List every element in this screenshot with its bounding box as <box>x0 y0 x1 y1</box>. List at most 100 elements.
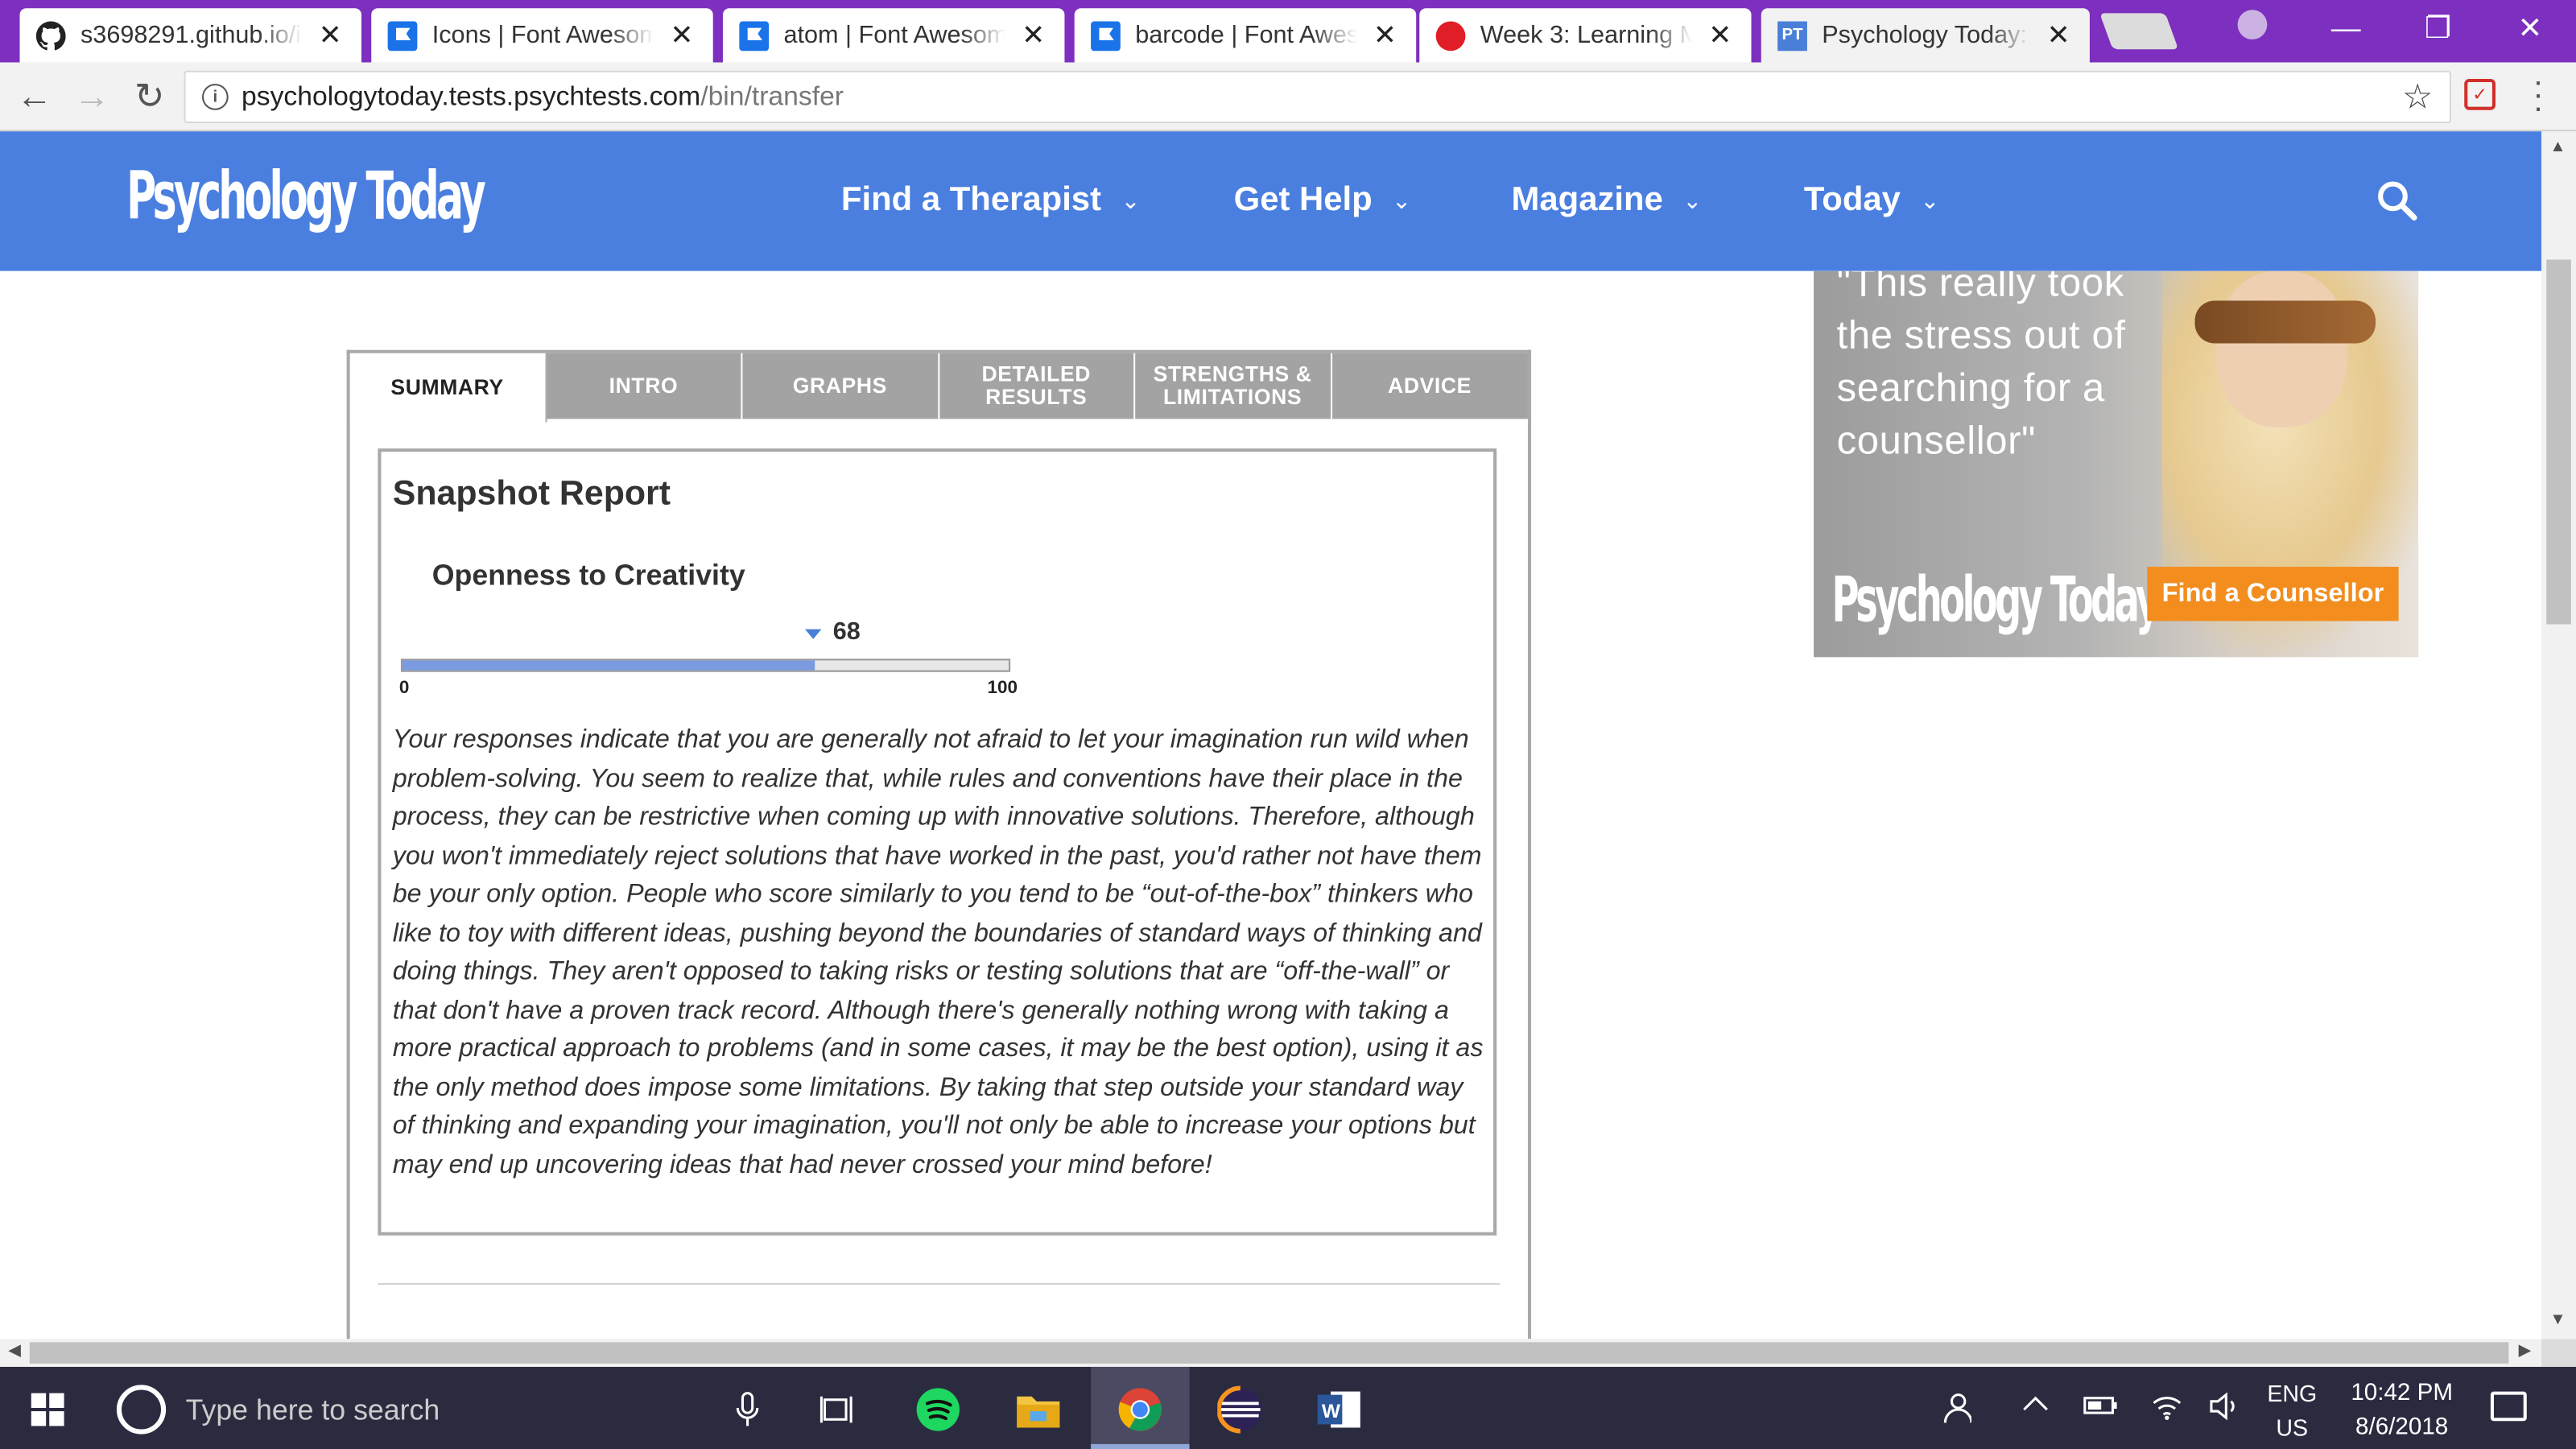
browser-tab-strip: s3698291.github.io/in ✕ Icons | Font Awe… <box>0 0 2576 63</box>
info-icon[interactable]: i <box>202 84 229 110</box>
browser-tab-psychology-today[interactable]: PT Psychology Today: He ✕ <box>1761 8 2090 63</box>
score-marker: 68 <box>805 617 861 646</box>
chrome-icon[interactable] <box>1117 1386 1163 1432</box>
browser-tab-barcode[interactable]: barcode | Font Awesome ✕ <box>1074 8 1417 63</box>
scroll-up-icon[interactable]: ▲ <box>2549 138 2566 155</box>
tab-strengths-limitations[interactable]: STRENGTHS & LIMITATIONS <box>1135 353 1332 419</box>
scale-max-label: 100 <box>987 678 1018 699</box>
snapshot-report: Snapshot Report Openness to Creativity 6… <box>378 448 1497 1236</box>
forward-arrow-icon[interactable]: → <box>71 76 114 118</box>
word-icon[interactable]: W <box>1316 1386 1362 1432</box>
close-icon[interactable]: ✕ <box>667 19 697 52</box>
minimize-icon[interactable]: — <box>2300 0 2392 56</box>
tab-advice[interactable]: ADVICE <box>1331 353 1528 419</box>
close-icon[interactable]: ✕ <box>2044 19 2074 52</box>
tab-title: Icons | Font Awesome <box>431 21 654 50</box>
bookmark-star-icon[interactable]: ☆ <box>2402 77 2433 118</box>
nav-today[interactable]: Today ⌄ <box>1804 180 1940 220</box>
reload-icon[interactable]: ↻ <box>128 76 171 118</box>
tab-title: barcode | Font Awesome <box>1135 21 1357 50</box>
language-indicator[interactable]: ENG US <box>2267 1377 2317 1446</box>
nav-label: Find a Therapist <box>840 180 1102 219</box>
notification-center-icon[interactable] <box>2490 1391 2527 1422</box>
microphone-icon[interactable] <box>724 1386 770 1432</box>
close-icon[interactable]: ✕ <box>1018 19 1048 52</box>
github-icon <box>35 20 66 51</box>
taskbar-search-input[interactable]: Type here to search <box>186 1393 440 1428</box>
people-icon[interactable] <box>1938 1392 1973 1431</box>
ad-photo-sunglasses <box>2194 300 2376 344</box>
report-summary-text: Your responses indicate that you are gen… <box>392 726 1484 1179</box>
windows-start-icon[interactable] <box>31 1393 64 1426</box>
volume-icon[interactable] <box>2208 1392 2241 1428</box>
font-awesome-flag-icon <box>739 20 770 51</box>
search-icon[interactable] <box>2376 179 2418 221</box>
nav-find-a-therapist[interactable]: Find a Therapist ⌄ <box>841 180 1141 220</box>
nav-label: Magazine <box>1511 180 1663 219</box>
browser-tab-icons[interactable]: Icons | Font Awesome ✕ <box>371 8 713 63</box>
find-a-counsellor-button[interactable]: Find a Counsellor <box>2147 567 2399 621</box>
task-view-icon[interactable] <box>815 1386 861 1432</box>
clock-date: 8/6/2018 <box>2355 1414 2449 1441</box>
close-icon[interactable]: ✕ <box>1370 19 1400 52</box>
browser-menu-icon[interactable]: · · · <box>2527 66 2550 125</box>
site-logo[interactable]: Psychology Today <box>126 159 486 235</box>
tab-graphs[interactable]: GRAPHS <box>742 353 939 419</box>
tab-detailed-results[interactable]: DETAILED RESULTS <box>939 353 1136 419</box>
svg-text:W: W <box>1322 1401 1341 1422</box>
restore-icon[interactable]: ❐ <box>2392 0 2483 56</box>
language-code: ENG <box>2267 1380 2318 1406</box>
extension-icon[interactable]: ✓ <box>2464 78 2496 110</box>
nav-magazine[interactable]: Magazine ⌄ <box>1512 180 1703 220</box>
ad-logo: Psychology Today <box>1831 564 2161 636</box>
nav-get-help[interactable]: Get Help ⌄ <box>1234 180 1411 220</box>
chevron-down-icon: ⌄ <box>1920 186 1940 213</box>
spotify-icon[interactable] <box>915 1386 961 1432</box>
ad-quote: "This really took the stress out of sear… <box>1836 270 2126 464</box>
system-clock[interactable]: 10:42 PM 8/6/2018 <box>2343 1377 2461 1446</box>
tab-title: Psychology Today: He <box>1822 21 2030 50</box>
site-navbar: Psychology Today Find a Therapist ⌄ Get H… <box>0 131 2542 271</box>
nav-label: Today <box>1803 180 1901 219</box>
results-tabs: SUMMARY INTRO GRAPHS DETAILED RESULTS ST… <box>349 353 1528 423</box>
scroll-left-icon[interactable]: ◀ <box>8 1342 21 1360</box>
scroll-down-icon[interactable]: ▼ <box>2549 1311 2566 1329</box>
tab-title: Week 3: Learning Ma <box>1480 21 1693 50</box>
scroll-thumb[interactable] <box>2546 259 2571 625</box>
pt-icon: PT <box>1777 20 1807 51</box>
vertical-scrollbar[interactable]: ▲ ▼ <box>2541 131 2576 1340</box>
scrollbar-corner <box>2541 1339 2576 1367</box>
file-explorer-icon[interactable] <box>1015 1386 1061 1432</box>
score-bar <box>400 658 1011 672</box>
browser-tab-github[interactable]: s3698291.github.io/in ✕ <box>19 8 361 63</box>
report-title: Snapshot Report <box>392 474 671 513</box>
ad-banner[interactable]: "This really took the stress out of sear… <box>1814 270 2419 658</box>
close-icon[interactable]: ✕ <box>316 19 345 52</box>
battery-icon[interactable] <box>2083 1392 2120 1425</box>
chevron-down-icon: ⌄ <box>1392 186 1412 213</box>
tab-intro[interactable]: INTRO <box>547 353 743 419</box>
red-circle-icon <box>1435 20 1466 51</box>
tab-summary[interactable]: SUMMARY <box>349 353 547 423</box>
back-arrow-icon[interactable]: ← <box>13 76 56 118</box>
eclipse-icon[interactable] <box>1217 1385 1263 1434</box>
scroll-right-icon[interactable]: ▶ <box>2519 1342 2532 1360</box>
scale-min-label: 0 <box>398 678 410 699</box>
address-bar[interactable]: i psychologytoday.tests.psychtests.com/b… <box>184 70 2451 124</box>
browser-tab-atom[interactable]: atom | Font Awesome ✕ <box>722 8 1065 63</box>
horizontal-scrollbar[interactable]: ◀ ▶ <box>0 1339 2542 1367</box>
profile-icon[interactable] <box>2237 10 2268 39</box>
font-awesome-flag-icon <box>1091 20 1121 51</box>
divider <box>378 1282 1501 1285</box>
cortana-icon[interactable] <box>116 1385 167 1435</box>
close-icon[interactable]: ✕ <box>1705 19 1735 52</box>
url-host: psychologytoday.tests.psychtests.com <box>242 81 701 111</box>
url-path: /bin/transfer <box>700 81 844 111</box>
ad-photo-face <box>2216 270 2348 427</box>
chevron-up-icon[interactable] <box>2021 1392 2050 1420</box>
window-close-icon[interactable]: ✕ <box>2484 0 2576 56</box>
new-tab-button[interactable] <box>2099 13 2179 50</box>
wifi-icon[interactable] <box>2150 1392 2183 1428</box>
scroll-thumb[interactable] <box>29 1342 2509 1364</box>
browser-tab-week3[interactable]: Week 3: Learning Ma ✕ <box>1419 8 1752 63</box>
